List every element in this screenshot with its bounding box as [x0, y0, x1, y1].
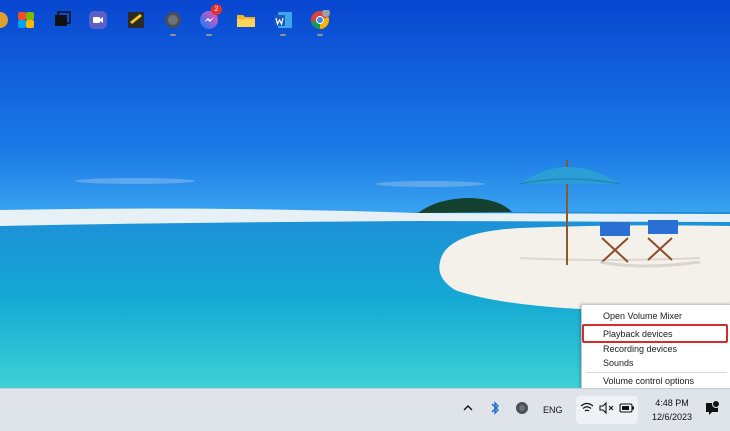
chrome-icon[interactable] [310, 10, 330, 36]
messenger-icon[interactable]: 2 [199, 4, 222, 36]
notification-badge: 2 [211, 4, 222, 15]
app-icon-partial[interactable] [0, 10, 10, 30]
video-call-icon[interactable] [88, 10, 108, 30]
notification-center-icon[interactable] [704, 400, 724, 420]
clock-time: 4:48 PM [655, 398, 689, 408]
menu-item-recording-devices[interactable]: Recording devices [582, 342, 730, 356]
chat-tray-icon[interactable] [515, 401, 535, 421]
menu-item-playback-devices[interactable]: Playback devices [582, 327, 730, 341]
bluetooth-icon[interactable] [488, 400, 508, 420]
task-view-icon[interactable] [52, 10, 72, 30]
copilot-icon[interactable] [16, 10, 36, 30]
clock-date: 12/6/2023 [651, 412, 693, 422]
file-explorer-icon[interactable] [236, 10, 256, 30]
word-icon[interactable] [273, 10, 293, 36]
sticky-notes-icon[interactable] [126, 10, 146, 30]
language-indicator[interactable]: ENG [543, 405, 563, 415]
running-indicator [280, 34, 286, 36]
menu-item-volume-control-options[interactable]: Volume control options [582, 374, 730, 388]
volume-muted-icon[interactable] [599, 401, 619, 421]
system-clock[interactable]: 4:48 PM 12/6/2023 [646, 396, 698, 424]
running-indicator [206, 34, 212, 36]
show-hidden-icons-chevron-icon[interactable] [461, 401, 481, 421]
running-indicator [170, 34, 176, 36]
menu-separator [586, 372, 727, 373]
volume-context-menu: Open Volume Mixer Playback devices Recor… [581, 304, 730, 390]
menu-item-open-volume-mixer[interactable]: Open Volume Mixer [582, 309, 730, 323]
running-indicator [317, 34, 323, 36]
menu-item-sounds[interactable]: Sounds [582, 356, 730, 370]
battery-icon[interactable] [619, 401, 639, 421]
chat-app-icon[interactable] [163, 10, 183, 36]
menu-separator [586, 325, 727, 326]
wifi-icon[interactable] [580, 401, 600, 421]
